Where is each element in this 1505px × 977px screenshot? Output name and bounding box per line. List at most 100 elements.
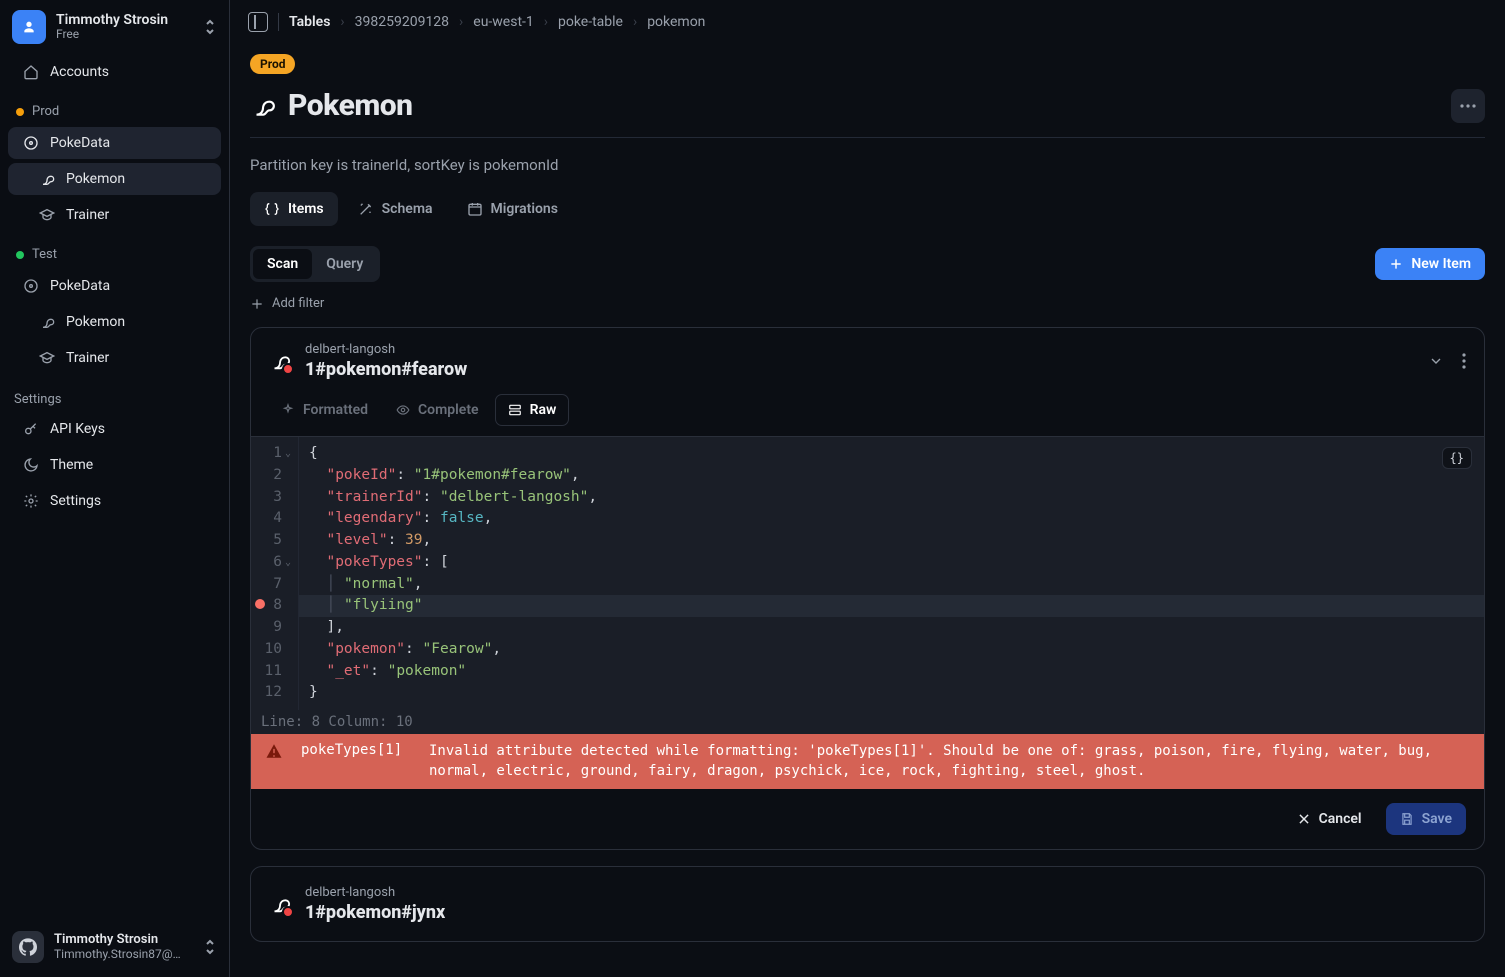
- nav-accounts-label: Accounts: [50, 64, 109, 80]
- mode-segment: Scan Query: [250, 246, 380, 282]
- divider: [278, 13, 279, 31]
- tab-items[interactable]: Items: [250, 192, 338, 226]
- chevron-right-icon: ›: [340, 14, 344, 30]
- env-prod-label: Prod: [32, 104, 59, 119]
- nav-theme[interactable]: Theme: [8, 449, 221, 481]
- view-raw[interactable]: Raw: [495, 394, 570, 426]
- chevron-down-icon[interactable]: [1428, 353, 1444, 369]
- user-name: Timmothy Strosin: [56, 12, 168, 28]
- squirrel-icon: [269, 350, 291, 372]
- view-formatted[interactable]: Formatted: [269, 394, 380, 426]
- code-body[interactable]: { "pokeId": "1#pokemon#fearow", "trainer…: [299, 437, 1484, 710]
- page-title: Pokemon: [288, 88, 413, 123]
- squirrel-icon: [250, 93, 276, 119]
- dots-icon: [1460, 104, 1476, 108]
- nav-accounts[interactable]: Accounts: [8, 56, 221, 88]
- footer-user[interactable]: Timmothy Strosin Timmothy.Strosin87@exam…: [0, 919, 229, 977]
- tab-migrations[interactable]: Migrations: [453, 192, 572, 226]
- chevron-right-icon: ›: [459, 14, 463, 30]
- more-button[interactable]: [1451, 89, 1485, 123]
- chevron-right-icon: ›: [544, 14, 548, 30]
- crumb-root[interactable]: Tables: [289, 14, 330, 30]
- tab-schema[interactable]: Schema: [344, 192, 447, 226]
- sparkle-icon: [281, 403, 295, 417]
- account-switcher[interactable]: Timmothy Strosin Free: [0, 0, 229, 54]
- new-item-button[interactable]: New Item: [1375, 248, 1485, 280]
- status-dot-icon: [16, 108, 24, 116]
- nav-settings[interactable]: Settings: [8, 485, 221, 517]
- view-complete-label: Complete: [418, 402, 479, 418]
- env-test-header[interactable]: Test: [0, 233, 229, 268]
- nav-settings-label: Settings: [50, 493, 101, 509]
- nav-trainer-label: Trainer: [66, 350, 109, 366]
- main: Tables › 398259209128 › eu-west-1 › poke…: [230, 0, 1505, 977]
- error-message: Invalid attribute detected while formatt…: [429, 742, 1470, 781]
- squirrel-icon: [38, 314, 56, 330]
- mode-query[interactable]: Query: [312, 249, 377, 279]
- breadcrumb: Tables › 398259209128 › eu-west-1 › poke…: [230, 0, 1505, 44]
- divider: [250, 137, 1485, 138]
- crumb-account[interactable]: 398259209128: [355, 14, 449, 30]
- env-chip: Prod: [250, 54, 295, 74]
- crumb-region[interactable]: eu-west-1: [473, 14, 534, 30]
- env-prod-header[interactable]: Prod: [0, 90, 229, 125]
- cancel-label: Cancel: [1319, 811, 1362, 827]
- server-icon: [508, 403, 522, 417]
- grad-cap-icon: [38, 207, 56, 223]
- kebab-icon[interactable]: [1462, 353, 1466, 369]
- nav-pokedata-label: PokeData: [50, 278, 110, 294]
- tab-items-label: Items: [288, 201, 324, 217]
- item-card[interactable]: delbert-langosh 1#pokemon#jynx: [250, 866, 1485, 942]
- nav-pokemon-test[interactable]: Pokemon: [8, 306, 221, 338]
- item-card: delbert-langosh 1#pokemon#fearow Formatt…: [250, 327, 1485, 850]
- nav-trainer-test[interactable]: Trainer: [8, 342, 221, 374]
- updown-icon[interactable]: [203, 18, 217, 36]
- cancel-button[interactable]: Cancel: [1285, 803, 1374, 835]
- view-complete[interactable]: Complete: [384, 394, 491, 426]
- updown-icon[interactable]: [203, 938, 217, 956]
- nav-api-keys-label: API Keys: [50, 421, 105, 437]
- moon-icon: [22, 457, 40, 473]
- save-label: Save: [1422, 811, 1452, 827]
- user-icon: [21, 19, 37, 35]
- home-icon: [22, 64, 40, 80]
- warning-icon: [265, 742, 283, 760]
- nav-trainer-prod[interactable]: Trainer: [8, 199, 221, 231]
- status-dot-icon: [16, 251, 24, 259]
- save-icon: [1400, 812, 1414, 826]
- view-mode-segment: Formatted Complete Raw: [251, 394, 1484, 436]
- settings-section-header: Settings: [0, 376, 229, 411]
- tabs: Items Schema Migrations: [250, 192, 1485, 226]
- error-dot-icon: [282, 363, 294, 375]
- nav-pokedata-test[interactable]: PokeData: [8, 270, 221, 302]
- gear-icon: [22, 493, 40, 509]
- panel-toggle-icon[interactable]: [248, 12, 268, 32]
- mode-scan[interactable]: Scan: [253, 249, 312, 279]
- format-button[interactable]: {}: [1442, 447, 1472, 469]
- add-filter-button[interactable]: Add filter: [250, 296, 1485, 311]
- line-gutter: 1⌄23456⌄789101112: [251, 437, 299, 710]
- view-raw-label: Raw: [530, 402, 557, 418]
- nav-trainer-label: Trainer: [66, 207, 109, 223]
- squirrel-icon: [269, 893, 291, 915]
- item-title: 1#pokemon#jynx: [305, 902, 445, 923]
- plus-icon: [1389, 257, 1403, 271]
- nav-api-keys[interactable]: API Keys: [8, 413, 221, 445]
- crumb-entity[interactable]: pokemon: [647, 14, 705, 30]
- close-icon: [1297, 812, 1311, 826]
- user-plan: Free: [56, 28, 168, 42]
- tab-migrations-label: Migrations: [491, 201, 558, 217]
- env-test-label: Test: [32, 247, 57, 262]
- eye-icon: [396, 403, 410, 417]
- save-button[interactable]: Save: [1386, 803, 1466, 835]
- nav-pokemon-prod[interactable]: Pokemon: [8, 163, 221, 195]
- crumb-table[interactable]: poke-table: [558, 14, 623, 30]
- database-icon: [22, 278, 40, 294]
- nav-theme-label: Theme: [50, 457, 93, 473]
- nav-pokedata-label: PokeData: [50, 135, 110, 151]
- view-formatted-label: Formatted: [303, 402, 368, 418]
- error-dot-icon: [282, 906, 294, 918]
- nav-pokedata-prod[interactable]: PokeData: [8, 127, 221, 159]
- code-editor[interactable]: {} 1⌄23456⌄789101112{ "pokeId": "1#pokem…: [251, 436, 1484, 789]
- wand-icon: [358, 201, 374, 217]
